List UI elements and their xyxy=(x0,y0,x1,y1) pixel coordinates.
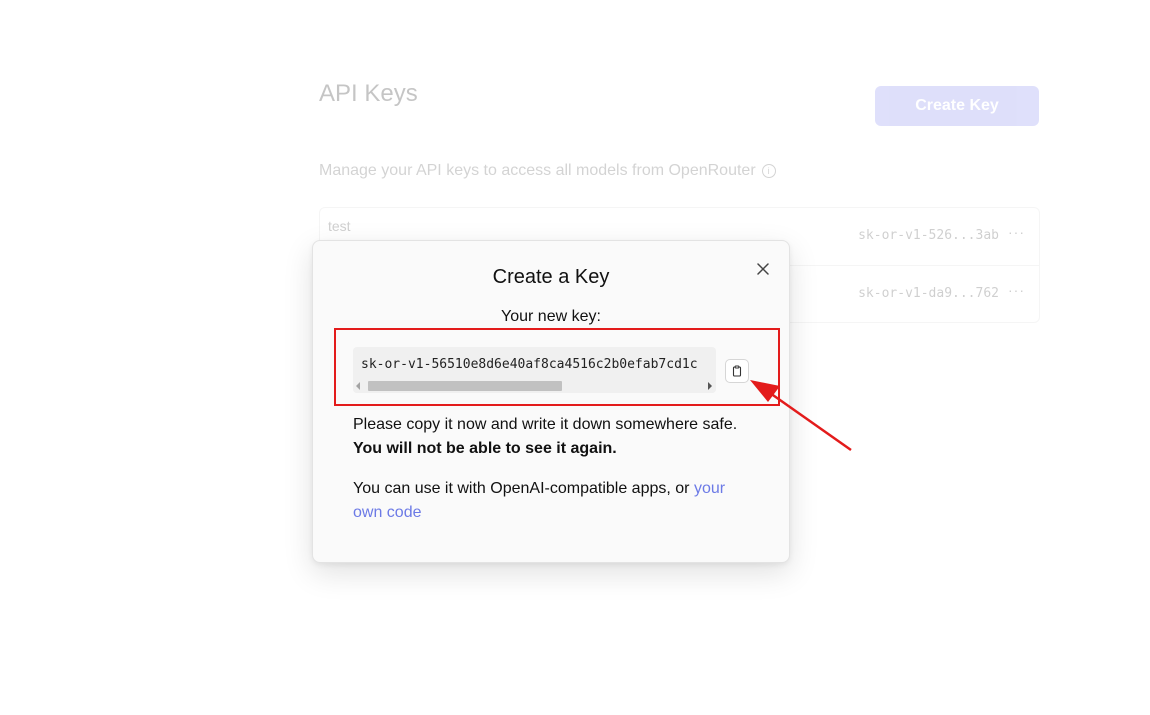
create-key-button[interactable]: Create Key xyxy=(875,86,1039,126)
copy-warning: Please copy it now and write it down som… xyxy=(353,413,753,461)
page-subtitle: Manage your API keys to access all model… xyxy=(319,162,776,180)
subtitle-text: Manage your API keys to access all model… xyxy=(319,162,756,179)
more-options-icon[interactable]: ··· xyxy=(1008,282,1025,298)
warning-emphasis: You will not be able to see it again. xyxy=(353,440,617,457)
new-key-label: Your new key: xyxy=(501,308,601,325)
annotation-highlight-box xyxy=(334,328,780,406)
usage-text: You can use it with OpenAI-compatible ap… xyxy=(353,480,694,497)
page: API Keys Create Key Manage your API keys… xyxy=(0,0,1150,715)
dialog-title: Create a Key xyxy=(492,266,610,288)
api-key-masked: sk-or-v1-da9...762 xyxy=(858,286,999,301)
close-icon xyxy=(757,263,769,275)
usage-note: You can use it with OpenAI-compatible ap… xyxy=(353,477,753,525)
more-options-icon[interactable]: ··· xyxy=(1008,224,1025,240)
close-button[interactable] xyxy=(753,259,773,279)
warning-text: Please copy it now and write it down som… xyxy=(353,416,738,433)
api-key-masked: sk-or-v1-526...3ab xyxy=(858,228,999,243)
info-icon[interactable]: i xyxy=(761,164,776,178)
page-title: API Keys xyxy=(319,80,418,107)
api-key-name: test xyxy=(328,218,351,234)
